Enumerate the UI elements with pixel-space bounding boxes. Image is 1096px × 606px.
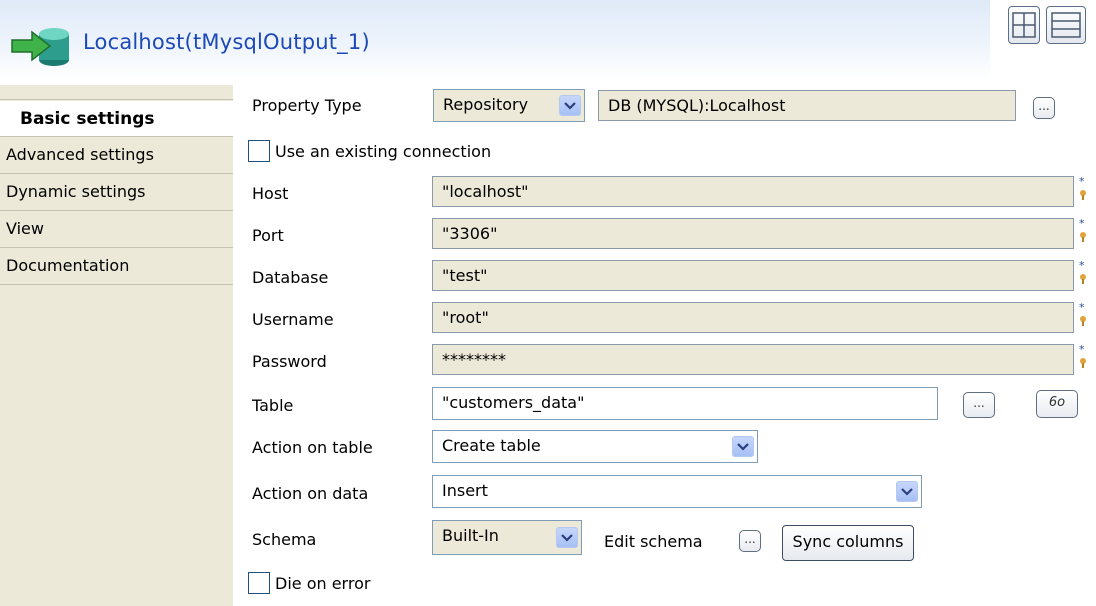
required-icon: * [1079, 218, 1086, 242]
database-field[interactable]: "test" [432, 260, 1074, 291]
tab-documentation[interactable]: Documentation [0, 248, 233, 285]
chevron-down-icon[interactable] [556, 527, 578, 548]
required-icon: * [1079, 344, 1086, 368]
schema-label: Schema [252, 530, 317, 549]
svg-text:*: * [1079, 344, 1085, 356]
username-label: Username [252, 310, 334, 329]
tab-basic-settings[interactable]: Basic settings [0, 101, 233, 137]
table-label: Table [252, 396, 294, 415]
action-on-data-label: Action on data [252, 484, 369, 503]
password-label: Password [252, 352, 327, 371]
required-icon: * [1079, 302, 1086, 326]
tab-view[interactable]: View [0, 211, 233, 248]
settings-tab-bar: Basic settings Advanced settings Dynamic… [0, 85, 233, 606]
svg-text:*: * [1079, 302, 1085, 314]
edit-schema-button[interactable]: ... [739, 530, 761, 552]
required-icon: * [1079, 260, 1086, 284]
property-type-select[interactable]: Repository [433, 89, 585, 122]
action-on-table-value: Create table [442, 436, 541, 455]
property-type-value: Repository [443, 95, 529, 114]
list-layout-icon[interactable] [1046, 6, 1086, 44]
host-label: Host [252, 184, 289, 203]
port-field[interactable]: "3306" [432, 218, 1074, 249]
tab-dynamic-settings[interactable]: Dynamic settings [0, 174, 233, 211]
component-header: Localhost(tMysqlOutput_1) [0, 0, 990, 80]
database-label: Database [252, 268, 329, 287]
repository-field[interactable]: DB (MYSQL):Localhost [598, 90, 1016, 121]
die-on-error-label: Die on error [275, 574, 371, 593]
action-on-data-value: Insert [442, 481, 488, 500]
action-on-table-select[interactable]: Create table [432, 430, 758, 463]
action-on-data-select[interactable]: Insert [432, 475, 922, 508]
schema-select[interactable]: Built-In [432, 520, 582, 555]
tab-bar-spacer [0, 85, 233, 100]
port-label: Port [252, 226, 284, 245]
chevron-down-icon[interactable] [559, 95, 581, 116]
required-icon: * [1079, 176, 1086, 200]
guess-schema-icon[interactable]: 6o [1036, 390, 1078, 418]
use-existing-connection-label: Use an existing connection [275, 142, 492, 161]
svg-text:*: * [1079, 176, 1085, 188]
table-browse-button[interactable]: ... [963, 392, 995, 418]
property-browse-button[interactable]: ... [1033, 97, 1055, 119]
password-field[interactable]: ******** [432, 344, 1074, 375]
grid-layout-icon[interactable] [1008, 6, 1040, 44]
table-field[interactable]: "customers_data" [432, 387, 938, 420]
sync-columns-button[interactable]: Sync columns [782, 525, 914, 561]
edit-schema-label: Edit schema [604, 532, 703, 551]
property-type-label: Property Type [252, 96, 362, 115]
use-existing-connection-checkbox[interactable] [248, 140, 270, 162]
chevron-down-icon[interactable] [896, 481, 918, 502]
username-field[interactable]: "root" [432, 302, 1074, 333]
svg-text:*: * [1079, 260, 1085, 272]
die-on-error-checkbox[interactable] [248, 572, 270, 594]
action-on-table-label: Action on table [252, 438, 373, 457]
chevron-down-icon[interactable] [732, 436, 754, 457]
schema-value: Built-In [442, 526, 499, 545]
component-title: Localhost(tMysqlOutput_1) [83, 30, 370, 54]
db-output-icon [11, 28, 69, 66]
tab-advanced-settings[interactable]: Advanced settings [0, 137, 233, 174]
svg-text:*: * [1079, 218, 1085, 230]
host-field[interactable]: "localhost" [432, 176, 1074, 207]
